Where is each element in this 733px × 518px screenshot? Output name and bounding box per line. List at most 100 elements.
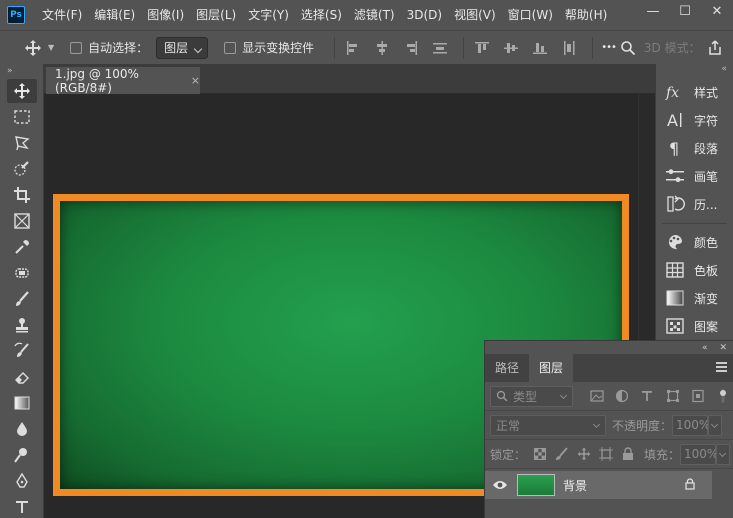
- menu-filter[interactable]: 滤镜(T): [348, 0, 401, 30]
- fx-icon: fx: [665, 82, 685, 102]
- divider: [662, 218, 727, 224]
- lasso-tool[interactable]: [0, 130, 44, 156]
- filter-type-icon[interactable]: [638, 386, 657, 406]
- dodge-tool[interactable]: [0, 442, 44, 468]
- divider: [463, 36, 465, 59]
- crop-tool[interactable]: [0, 182, 44, 208]
- lock-artboard-icon[interactable]: [598, 446, 614, 462]
- blur-tool[interactable]: [0, 416, 44, 442]
- panel-swatches[interactable]: 色板: [656, 256, 733, 284]
- panel-patterns[interactable]: 图案: [656, 312, 733, 340]
- photoshop-logo-icon: Ps: [7, 6, 25, 24]
- layer-visibility-eye-icon[interactable]: [485, 480, 515, 490]
- menu-edit[interactable]: 编辑(E): [88, 0, 141, 30]
- panel-label: 字符: [694, 113, 719, 128]
- panel-label: 渐变: [694, 291, 719, 306]
- menu-layer[interactable]: 图层(L): [190, 0, 242, 30]
- eyedropper-tool[interactable]: [0, 234, 44, 260]
- distribute-horizontal-icon[interactable]: [558, 37, 580, 59]
- pen-icon: [16, 472, 28, 488]
- auto-select-checkbox[interactable]: [70, 41, 83, 54]
- panel-menu-icon[interactable]: [716, 362, 727, 372]
- lock-position-icon[interactable]: [576, 446, 592, 462]
- close-button[interactable]: ✕: [701, 0, 733, 22]
- panel-character[interactable]: A 字符: [656, 106, 733, 134]
- marquee-tool[interactable]: [0, 104, 44, 130]
- panel-gradients[interactable]: 渐变: [656, 284, 733, 312]
- panel-brush-settings[interactable]: 画笔: [656, 162, 733, 190]
- menu-file[interactable]: 文件(F): [36, 0, 88, 30]
- menu-help[interactable]: 帮助(H): [559, 0, 613, 30]
- fill-value: 100%: [684, 447, 719, 461]
- layers-panel-header: « ✕: [485, 341, 733, 354]
- move-tool[interactable]: [0, 78, 44, 104]
- svg-text:fx: fx: [665, 85, 679, 101]
- share-icon[interactable]: [705, 38, 725, 58]
- filter-smart-object-icon[interactable]: [688, 386, 707, 406]
- fill-input[interactable]: 100%: [680, 443, 719, 465]
- close-tab-icon[interactable]: ×: [191, 74, 200, 87]
- pen-tool[interactable]: [0, 468, 44, 494]
- opacity-label: 不透明度：: [612, 418, 673, 433]
- align-right-icon[interactable]: [400, 37, 422, 59]
- menu-window[interactable]: 窗口(W): [502, 0, 559, 30]
- align-hcenter-icon[interactable]: [371, 37, 393, 59]
- spot-healing-tool[interactable]: [0, 260, 44, 286]
- frame-tool[interactable]: [0, 208, 44, 234]
- filter-adjustment-icon[interactable]: [613, 386, 632, 406]
- type-tool[interactable]: [0, 494, 44, 518]
- align-vcenter-icon[interactable]: [500, 37, 522, 59]
- menu-3d[interactable]: 3D(D): [401, 0, 448, 30]
- menu-image[interactable]: 图像(I): [141, 0, 190, 30]
- filter-pixel-icon[interactable]: [587, 386, 606, 406]
- layer-thumbnail: [517, 474, 555, 496]
- menu-select[interactable]: 选择(S): [295, 0, 348, 30]
- lock-image-pixels-icon[interactable]: [554, 446, 570, 462]
- history-brush-tool[interactable]: [0, 338, 44, 364]
- more-options-button[interactable]: •••: [601, 42, 617, 53]
- clone-stamp-tool[interactable]: [0, 312, 44, 338]
- blend-mode-dropdown[interactable]: 正常: [490, 414, 606, 436]
- tools-collapse-button[interactable]: »: [0, 64, 43, 78]
- show-transform-checkbox[interactable]: [224, 41, 237, 54]
- fill-slider-toggle[interactable]: [716, 443, 731, 465]
- panel-label: 画笔: [694, 169, 719, 184]
- minimize-button[interactable]: —: [637, 0, 669, 22]
- align-top-icon[interactable]: [471, 37, 493, 59]
- search-icon[interactable]: [618, 38, 638, 58]
- panel-history[interactable]: 历...: [656, 190, 733, 218]
- close-panel-button[interactable]: ✕: [719, 343, 727, 353]
- opacity-slider-toggle[interactable]: [708, 414, 723, 436]
- layer-row-background[interactable]: 背景: [485, 471, 712, 499]
- layers-panel: « ✕ 路径 图层 类型 正常 不透明度： 100% 锁定： 填充： 100% …: [484, 340, 733, 518]
- eraser-tool[interactable]: [0, 364, 44, 390]
- collapse-panel-button[interactable]: «: [702, 343, 708, 353]
- document-tab[interactable]: 1.jpg @ 100%(RGB/8#) ×: [46, 67, 200, 95]
- distribute-vertical-icon[interactable]: [429, 37, 451, 59]
- quick-selection-tool[interactable]: [0, 156, 44, 182]
- auto-select-target-dropdown[interactable]: 图层: [156, 36, 209, 59]
- lock-all-icon[interactable]: [620, 446, 636, 462]
- rect-marquee-icon: [14, 110, 30, 124]
- chevron-down-icon[interactable]: ▼: [48, 43, 54, 52]
- brush-tool[interactable]: [0, 286, 44, 312]
- opacity-input[interactable]: 100%: [672, 414, 710, 436]
- panel-paragraph[interactable]: ¶ 段落: [656, 134, 733, 162]
- dock-collapse-button[interactable]: «: [656, 64, 733, 78]
- panel-styles[interactable]: fx 样式: [656, 78, 733, 106]
- filter-kind-dropdown[interactable]: 类型: [490, 385, 574, 407]
- panel-label: 颜色: [694, 235, 719, 250]
- panel-color[interactable]: 颜色: [656, 228, 733, 256]
- menu-type[interactable]: 文字(Y): [242, 0, 295, 30]
- gradient-tool[interactable]: [0, 390, 44, 416]
- align-bottom-icon[interactable]: [529, 37, 551, 59]
- tab-layers[interactable]: 图层: [529, 354, 574, 382]
- menu-view[interactable]: 视图(V): [448, 0, 502, 30]
- lock-transparent-pixels-icon[interactable]: [532, 446, 548, 462]
- filter-toggle-icon[interactable]: [714, 386, 733, 406]
- align-left-icon[interactable]: [342, 37, 364, 59]
- move-tool-preset-icon[interactable]: [24, 39, 42, 57]
- tab-paths[interactable]: 路径: [485, 354, 529, 382]
- maximize-button[interactable]: ☐: [669, 0, 701, 22]
- filter-shape-icon[interactable]: [663, 386, 682, 406]
